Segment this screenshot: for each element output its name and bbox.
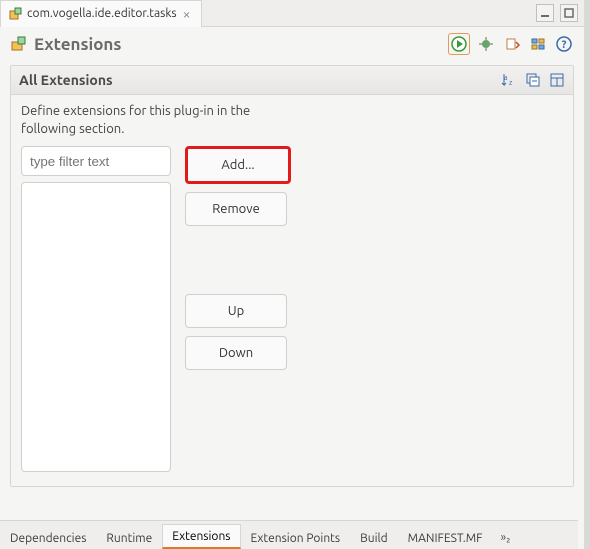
maximize-icon[interactable] [560,4,578,22]
tab-dependencies[interactable]: Dependencies [0,526,96,549]
svg-text:?: ? [562,39,567,51]
tab-manifest[interactable]: MANIFEST.MF [398,526,493,549]
tab-build[interactable]: Build [350,526,398,549]
filter-input[interactable] [21,146,171,176]
extensions-tree[interactable] [21,182,171,472]
minimize-icon[interactable] [536,4,554,22]
section-title: All Extensions [19,72,501,88]
plugin-icon [9,7,23,21]
sort-alpha-icon[interactable]: az [501,72,517,88]
tabs-overflow[interactable]: »₂ [492,526,518,549]
editor-tab[interactable]: com.vogella.ide.editor.tasks × [0,0,202,27]
debug-button[interactable] [476,34,496,54]
section-description: Define extensions for this plug-in in th… [21,103,291,138]
form-toolbar: ? [448,33,574,55]
editor-bottom-tabs: Dependencies Runtime Extensions Extensio… [0,520,578,549]
collapse-all-icon[interactable] [525,72,541,88]
form-header: Extensions ? [0,27,584,65]
run-button[interactable] [448,33,470,55]
toggle-layout-icon[interactable] [549,72,565,88]
tab-runtime[interactable]: Runtime [96,526,162,549]
editor-window: com.vogella.ide.editor.tasks × Extension… [0,0,590,549]
editor-tabbar: com.vogella.ide.editor.tasks × [0,0,584,27]
help-button[interactable]: ? [554,34,574,54]
page-title: Extensions [10,35,448,54]
add-button[interactable]: Add... [185,146,291,184]
all-extensions-section: All Extensions az Define extensions for … [10,65,574,487]
svg-text:z: z [509,79,512,87]
section-header: All Extensions az [11,66,573,95]
up-button[interactable]: Up [185,294,287,328]
svg-text:a: a [504,74,508,82]
tab-extensions[interactable]: Extensions [162,524,240,549]
close-icon[interactable]: × [181,6,193,22]
down-button[interactable]: Down [185,336,287,370]
extension-icon [10,35,28,53]
organize-button[interactable] [528,34,548,54]
export-button[interactable] [502,34,522,54]
tab-extension-points[interactable]: Extension Points [241,526,351,549]
remove-button[interactable]: Remove [185,192,287,226]
editor-tab-label: com.vogella.ide.editor.tasks [27,7,177,20]
